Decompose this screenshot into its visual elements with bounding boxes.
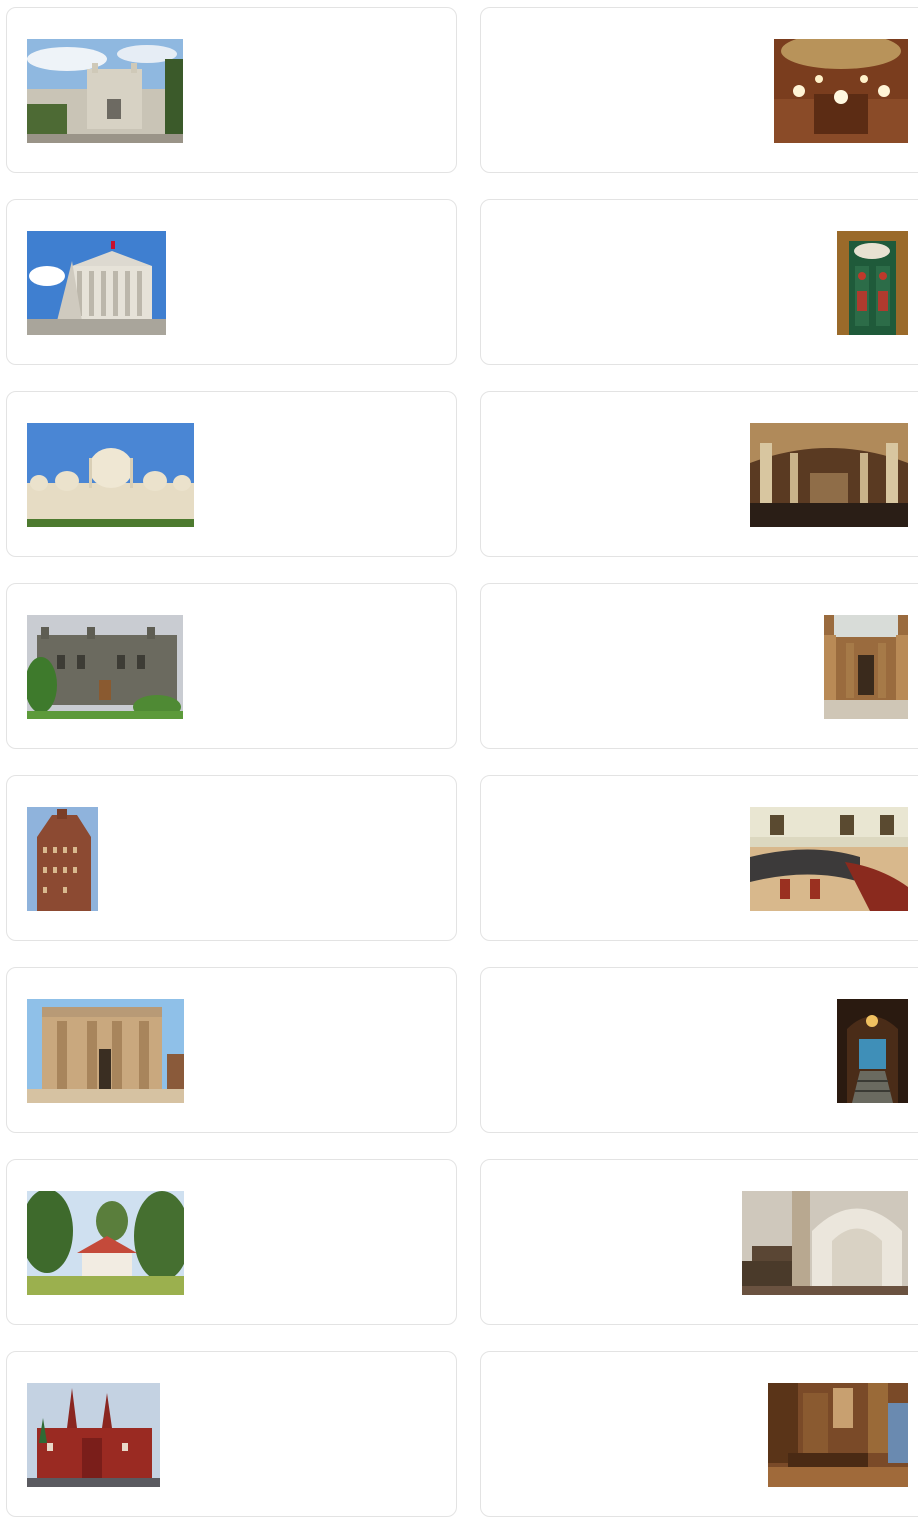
building-photo[interactable]: [27, 231, 166, 335]
image-card[interactable]: [480, 7, 918, 173]
building-photo[interactable]: [27, 1383, 160, 1487]
image-card[interactable]: [6, 391, 457, 557]
interior-photo[interactable]: [742, 1191, 908, 1295]
building-photo[interactable]: [27, 423, 194, 527]
image-card[interactable]: [6, 775, 457, 941]
interior-photo[interactable]: [837, 999, 908, 1103]
image-card[interactable]: [480, 583, 918, 749]
image-card[interactable]: [480, 1351, 918, 1517]
interior-photo[interactable]: [750, 807, 908, 911]
building-photo[interactable]: [27, 39, 183, 143]
building-photo[interactable]: [27, 615, 183, 719]
image-card[interactable]: [6, 199, 457, 365]
interior-photo[interactable]: [750, 423, 908, 527]
interior-photo[interactable]: [774, 39, 908, 143]
interior-photo[interactable]: [837, 231, 908, 335]
image-card[interactable]: [6, 583, 457, 749]
image-card[interactable]: [480, 967, 918, 1133]
image-card[interactable]: [6, 967, 457, 1133]
image-card[interactable]: [480, 391, 918, 557]
image-card[interactable]: [480, 1159, 918, 1325]
interior-photo[interactable]: [824, 615, 908, 719]
image-card[interactable]: [6, 1159, 457, 1325]
building-photo[interactable]: [27, 807, 98, 911]
image-card[interactable]: [480, 199, 918, 365]
image-card[interactable]: [6, 1351, 457, 1517]
image-card[interactable]: [6, 7, 457, 173]
image-card[interactable]: [480, 775, 918, 941]
interior-photo[interactable]: [768, 1383, 908, 1487]
building-photo[interactable]: [27, 1191, 184, 1295]
building-photo[interactable]: [27, 999, 184, 1103]
